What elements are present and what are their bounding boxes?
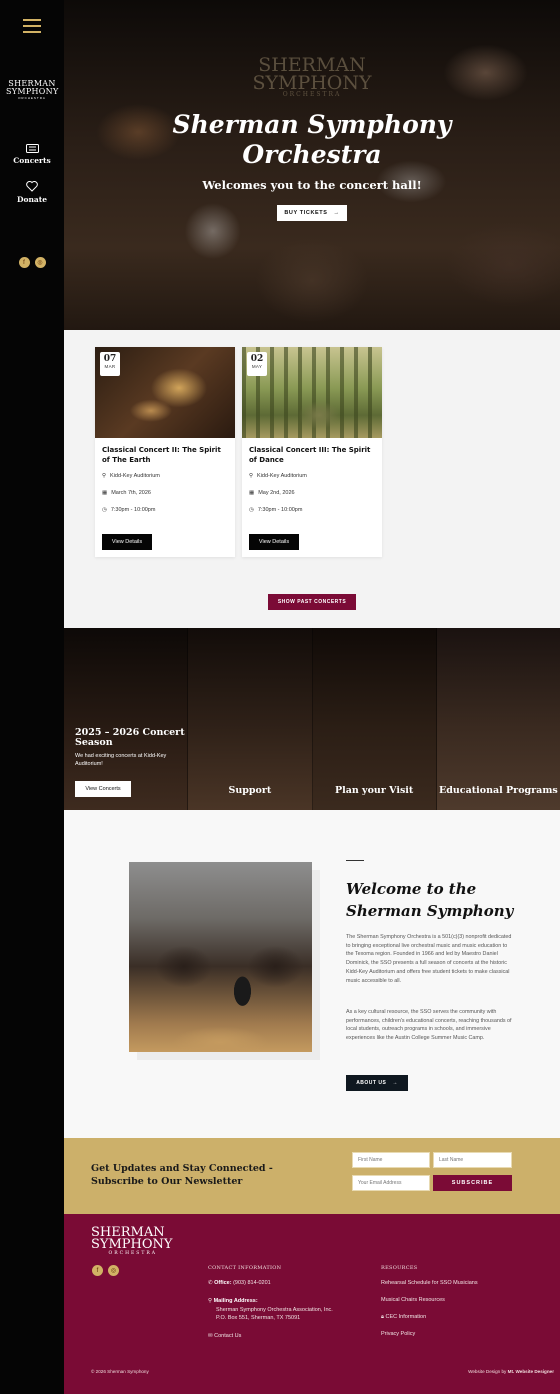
concert-date: ▦ March 7th, 2026 xyxy=(102,490,151,496)
concert-card[interactable]: 07 MAR Classical Concert II: The Spirit … xyxy=(95,347,235,557)
season-title: 2025 – 2026 Concert Season xyxy=(75,727,185,748)
sidebar-item-donate[interactable]: Donate xyxy=(0,181,64,204)
show-past-concerts-button[interactable]: SHOW PAST CONCERTS xyxy=(268,594,356,610)
tile-plan-your-visit[interactable]: Plan your Visit xyxy=(312,628,437,810)
concert-venue: ⚲ Kidd-Key Auditorium xyxy=(249,473,307,479)
arrow-right-icon: → xyxy=(333,210,340,216)
menu-icon[interactable] xyxy=(23,19,41,33)
clock-icon: ◷ xyxy=(102,507,107,513)
concert-image: 02 MAY xyxy=(242,347,382,438)
sidebar-item-label: Concerts xyxy=(13,156,51,165)
copyright: © 2026 Sherman Symphony xyxy=(91,1369,149,1374)
resource-link[interactable]: Privacy Policy xyxy=(381,1330,415,1339)
footer-social: f ◎ xyxy=(92,1265,119,1276)
contact-heading: CONTACT INFORMATION xyxy=(208,1265,282,1271)
subscribe-button[interactable]: SUBSCRIBE xyxy=(433,1175,512,1191)
arrow-right-icon: → xyxy=(392,1080,398,1086)
concert-venue: ⚲ Kidd-Key Auditorium xyxy=(102,473,160,479)
view-concerts-button[interactable]: View Concerts xyxy=(75,781,131,797)
footer: SHERMAN SYMPHONY ORCHESTRA f ◎ CONTACT I… xyxy=(64,1214,560,1394)
sidebar-item-concerts[interactable]: Concerts xyxy=(0,144,64,165)
concert-title[interactable]: Classical Concert III: The Spirit of Dan… xyxy=(249,446,375,465)
office-phone[interactable]: ✆ Office: (903) 814-0201 xyxy=(208,1279,271,1288)
location-pin-icon: ⚲ xyxy=(249,473,254,479)
sidebar-item-label: Donate xyxy=(16,195,48,204)
resource-link[interactable]: 🔒︎ CEC Information xyxy=(381,1313,426,1322)
welcome-paragraph: The Sherman Symphony Orchestra is a 501(… xyxy=(346,934,512,984)
designer-credit[interactable]: Website Design by Mt. Website Designer xyxy=(468,1369,554,1374)
view-details-button[interactable]: View Details xyxy=(249,534,299,550)
clock-icon: ◷ xyxy=(249,507,254,513)
orchestra-photo xyxy=(129,862,312,1052)
ticket-icon xyxy=(25,144,39,153)
phone-icon: ✆ xyxy=(208,1280,213,1286)
welcome-section: Welcome to the Sherman Symphony The Sher… xyxy=(64,810,560,1138)
tile-label: Plan your Visit xyxy=(334,785,414,796)
feature-tiles: 2025 – 2026 Concert Season We had exciti… xyxy=(64,628,560,810)
welcome-paragraph: As a key cultural resource, the SSO serv… xyxy=(346,1009,512,1042)
concert-date: ▦ May 2nd, 2026 xyxy=(249,490,295,496)
date-badge: 02 MAY xyxy=(247,352,267,376)
tile-label: Educational Programs xyxy=(439,785,558,796)
about-us-button[interactable]: ABOUT US → xyxy=(346,1075,408,1091)
location-pin-icon: ⚲ xyxy=(208,1298,213,1304)
facebook-icon[interactable]: f xyxy=(18,257,30,268)
season-subtitle: We had exciting concerts at Kidd-Key Aud… xyxy=(75,753,167,767)
tile-educational-programs[interactable]: Educational Programs xyxy=(436,628,560,810)
concert-title[interactable]: Classical Concert II: The Spirit of The … xyxy=(102,446,228,465)
calendar-icon: ▦ xyxy=(249,490,255,496)
lock-icon: 🔒︎ xyxy=(381,1314,384,1320)
tile-support[interactable]: Support xyxy=(188,628,313,810)
facebook-icon[interactable]: f xyxy=(92,1265,103,1276)
sidebar: SHERMAN SYMPHONY ORCHESTRA Concerts Dona… xyxy=(0,0,64,1394)
resource-link[interactable]: Rehearsal Schedule for SSO Musicians xyxy=(381,1279,478,1288)
first-name-field[interactable]: First Name xyxy=(352,1152,430,1168)
heart-icon xyxy=(26,181,38,192)
email-field[interactable]: Your Email Address xyxy=(352,1175,430,1191)
contact-us-link[interactable]: ✉ Contact Us xyxy=(208,1332,241,1341)
calendar-icon: ▦ xyxy=(102,490,108,496)
resources-heading: RESOURCES xyxy=(381,1265,418,1271)
concert-image: 07 MAR xyxy=(95,347,235,438)
view-details-button[interactable]: View Details xyxy=(102,534,152,550)
concert-time: ◷ 7:30pm - 10:00pm xyxy=(102,507,156,513)
hero: SHERMAN SYMPHONY ORCHESTRA Sherman Symph… xyxy=(64,0,560,330)
resource-link[interactable]: Musical Chairs Resources xyxy=(381,1296,445,1305)
divider xyxy=(346,860,364,861)
newsletter-title: Get Updates and Stay Connected - Subscri… xyxy=(91,1163,273,1187)
newsletter-section: Get Updates and Stay Connected - Subscri… xyxy=(64,1138,560,1214)
concerts-section: 07 MAR Classical Concert II: The Spirit … xyxy=(64,330,560,628)
footer-logo[interactable]: SHERMAN SYMPHONY ORCHESTRA xyxy=(91,1226,173,1256)
instagram-icon[interactable]: ◎ xyxy=(34,257,46,268)
tile-season[interactable]: 2025 – 2026 Concert Season We had exciti… xyxy=(64,628,189,810)
buy-tickets-button[interactable]: BUY TICKETS → xyxy=(277,205,347,221)
concert-time: ◷ 7:30pm - 10:00pm xyxy=(249,507,303,513)
date-badge: 07 MAR xyxy=(100,352,120,376)
last-name-field[interactable]: Last Name xyxy=(433,1152,512,1168)
hero-title: Sherman Symphony Orchestra xyxy=(172,110,452,169)
hero-watermark-logo: SHERMAN SYMPHONY ORCHESTRA xyxy=(252,54,372,99)
tile-label: Support xyxy=(228,785,272,796)
instagram-icon[interactable]: ◎ xyxy=(108,1265,119,1276)
location-pin-icon: ⚲ xyxy=(102,473,107,479)
welcome-title: Welcome to the Sherman Symphony xyxy=(346,880,514,920)
mailing-address: ⚲ Mailing Address: Sherman Symphony Orch… xyxy=(208,1298,333,1321)
sidebar-logo[interactable]: SHERMAN SYMPHONY ORCHESTRA xyxy=(6,80,58,100)
sidebar-social: f ◎ xyxy=(0,257,64,268)
concert-card[interactable]: 02 MAY Classical Concert III: The Spirit… xyxy=(242,347,382,557)
hero-subtitle: Welcomes you to the concert hall! xyxy=(202,178,422,192)
email-icon: ✉ xyxy=(208,1333,213,1339)
